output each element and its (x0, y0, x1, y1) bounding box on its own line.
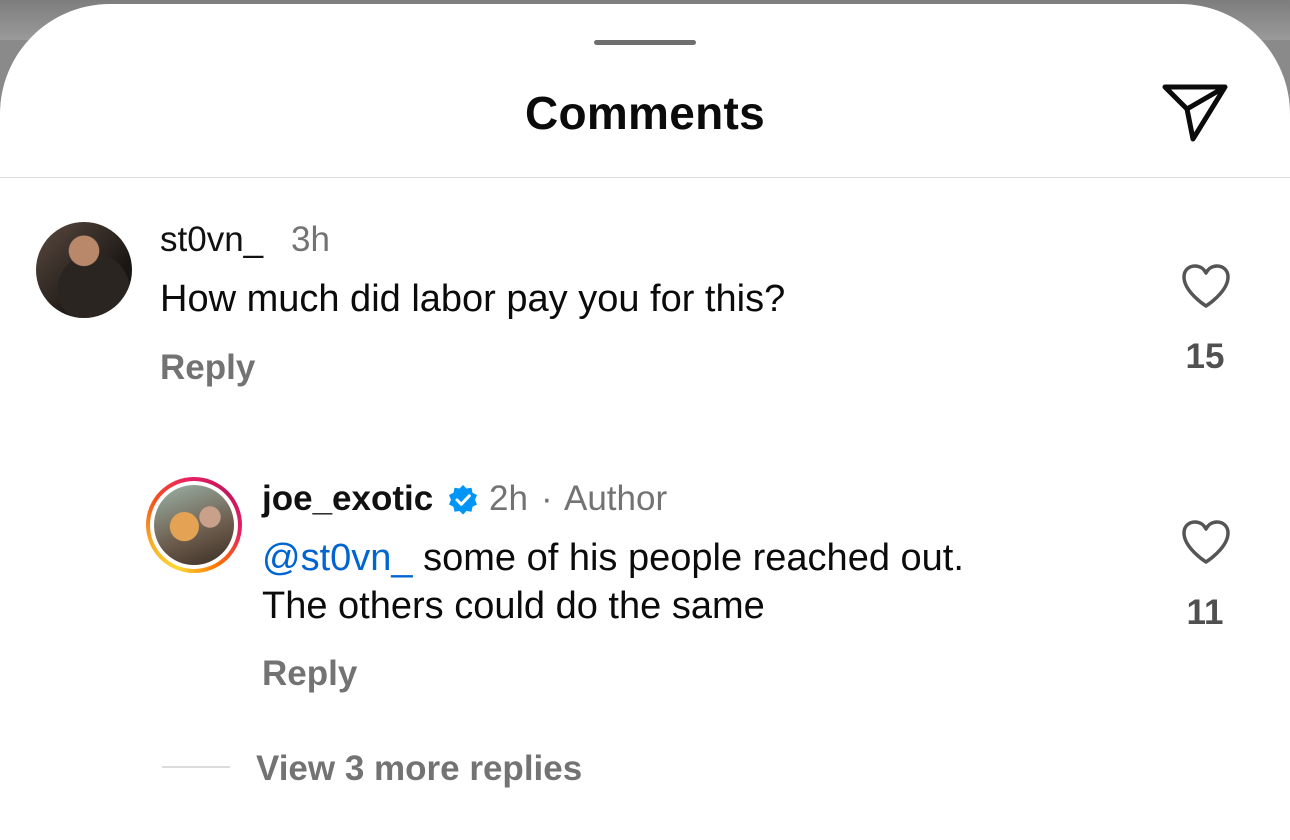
like-button[interactable] (1176, 516, 1236, 568)
story-ring[interactable] (146, 477, 242, 573)
reply-button[interactable]: Reply (262, 654, 357, 694)
verified-badge-icon (449, 485, 477, 515)
meta-separator: · (541, 479, 553, 518)
reply-text-part: some of his people reached out. (412, 537, 964, 579)
replies-divider-line (162, 766, 230, 768)
author-label: Author (564, 479, 668, 518)
mention-link[interactable]: @st0vn_ (262, 537, 413, 579)
page-title: Comments (524, 87, 766, 139)
reply-timestamp: 2h (489, 479, 528, 518)
comment-timestamp: 3h (291, 220, 330, 259)
comments-sheet: Comments st0vn_ 3h How much did labor pa… (0, 4, 1290, 840)
like-button[interactable] (1176, 260, 1236, 312)
heart-icon (1182, 264, 1230, 308)
like-count: 11 (1186, 593, 1224, 632)
view-more-replies-button[interactable]: View 3 more replies (256, 749, 582, 789)
heart-icon (1182, 520, 1230, 564)
reply-username[interactable]: joe_exotic (262, 479, 433, 519)
header-divider (0, 177, 1290, 178)
avatar (154, 485, 234, 565)
sheet-drag-handle[interactable] (594, 40, 696, 45)
paper-plane-icon (1162, 84, 1228, 142)
like-count: 15 (1185, 337, 1225, 376)
comment-username[interactable]: st0vn_ (160, 220, 263, 260)
avatar[interactable] (36, 222, 132, 318)
comment-text: How much did labor pay you for this? (160, 278, 786, 320)
share-button[interactable] (1156, 76, 1234, 148)
reply-text-line1: @st0vn_ some of his people reached out. (262, 534, 964, 582)
reply-button[interactable]: Reply (160, 348, 255, 388)
reply-text-line2: The others could do the same (262, 585, 765, 627)
